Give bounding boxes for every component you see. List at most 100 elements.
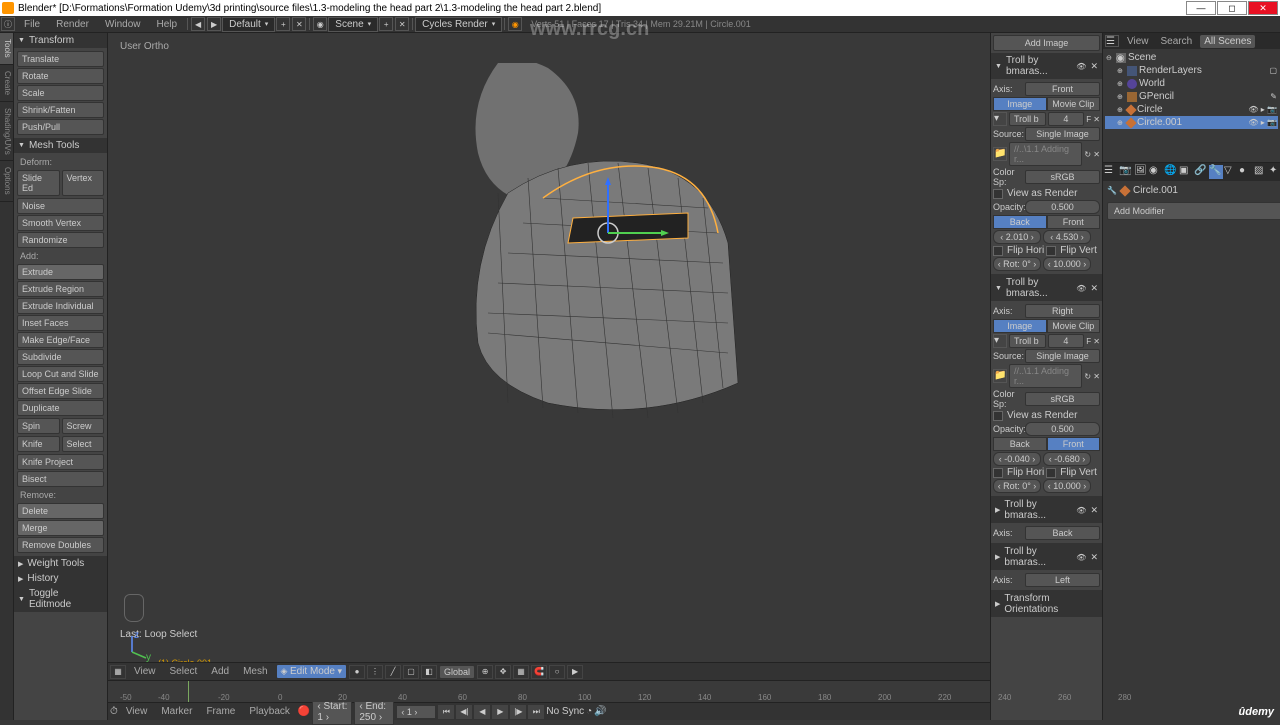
bgimage-0-header[interactable]: ▼Troll by bmaras...👁✕ bbox=[991, 53, 1102, 79]
prop-render-tab-icon[interactable]: 📷 bbox=[1119, 165, 1133, 179]
select-edge-icon[interactable]: ╱ bbox=[385, 665, 401, 679]
tab-image-1[interactable]: Image bbox=[993, 319, 1047, 333]
opengl-render-icon[interactable]: ▶ bbox=[567, 665, 583, 679]
snap-icon[interactable]: 🧲 bbox=[531, 665, 547, 679]
prop-particles-tab-icon[interactable]: ✦ bbox=[1269, 165, 1280, 179]
size-0-field[interactable]: ‹ 10.000 › bbox=[1043, 257, 1091, 271]
engine-dropdown[interactable]: Cycles Render▾ bbox=[415, 17, 502, 32]
mode-dropdown[interactable]: ◈ Edit Mode ▾ bbox=[276, 664, 347, 679]
menu-add[interactable]: Add bbox=[205, 666, 235, 677]
delete-button[interactable]: Delete bbox=[17, 503, 104, 519]
smooth-vertex-button[interactable]: Smooth Vertex bbox=[17, 215, 104, 231]
sync-dropdown[interactable]: No Sync bbox=[546, 706, 584, 717]
prop-texture-tab-icon[interactable]: ▨ bbox=[1254, 165, 1268, 179]
layout-dropdown[interactable]: Default▾ bbox=[222, 17, 275, 32]
flipv-0-check[interactable]: Flip Vert bbox=[1046, 245, 1097, 256]
minimize-button[interactable]: — bbox=[1186, 1, 1216, 15]
tab-movie-1[interactable]: Movie Clip bbox=[1047, 319, 1101, 333]
size-1-field[interactable]: ‹ 10.000 › bbox=[1043, 479, 1091, 493]
prop-layers-tab-icon[interactable]: 🖼 bbox=[1134, 165, 1148, 179]
outliner-view[interactable]: View bbox=[1123, 36, 1153, 47]
prop-object-tab-icon[interactable]: ▣ bbox=[1179, 165, 1193, 179]
extrude-button[interactable]: Extrude bbox=[17, 264, 104, 280]
timeline-icon-b[interactable]: 🔊 bbox=[594, 706, 606, 717]
knife-button[interactable]: Knife bbox=[17, 436, 60, 452]
panel-meshtools-header[interactable]: ▼Mesh Tools bbox=[14, 138, 107, 153]
timeline-cursor[interactable] bbox=[188, 681, 189, 702]
y-0-field[interactable]: ‹ 4.530 › bbox=[1043, 230, 1091, 244]
img-browse-1-icon[interactable]: ▾ bbox=[993, 334, 1007, 348]
axis-2-dropdown[interactable]: Back bbox=[1025, 526, 1100, 540]
outliner-tree[interactable]: ⊖◉Scene ⊕RenderLayers▢ ⊕World ⊕GPencil✎ … bbox=[1103, 49, 1280, 162]
bgimage-1-header[interactable]: ▼Troll by bmaras...👁✕ bbox=[991, 275, 1102, 301]
menu-select[interactable]: Select bbox=[164, 666, 204, 677]
file-0-field[interactable]: //..\1.1 Adding r... bbox=[1009, 142, 1082, 166]
back-icon[interactable]: ◀ bbox=[191, 17, 205, 31]
axis-1-dropdown[interactable]: Right bbox=[1025, 304, 1100, 318]
file-1-field[interactable]: //..\1.1 Adding r... bbox=[1009, 364, 1082, 388]
timeline-icon-a[interactable]: ◔ bbox=[586, 706, 592, 717]
bisect-button[interactable]: Bisect bbox=[17, 471, 104, 487]
flipv-1-check[interactable]: Flip Vert bbox=[1046, 467, 1097, 478]
subdivide-button[interactable]: Subdivide bbox=[17, 349, 104, 365]
randomize-button[interactable]: Randomize bbox=[17, 232, 104, 248]
timeline-frame[interactable]: Frame bbox=[200, 706, 241, 717]
add-layout-icon[interactable]: + bbox=[276, 17, 290, 31]
back-0-btn[interactable]: Back bbox=[993, 215, 1047, 229]
x-0-field[interactable]: ‹ 2.010 › bbox=[993, 230, 1041, 244]
push-pull-button[interactable]: Push/Pull bbox=[17, 119, 104, 135]
scene-dropdown[interactable]: Scene▾ bbox=[328, 17, 378, 32]
tab-options[interactable]: Options bbox=[0, 161, 13, 202]
slide-edge-button[interactable]: Slide Ed bbox=[17, 170, 60, 196]
panel-toggle-header[interactable]: ▼Toggle Editmode bbox=[14, 586, 107, 612]
menu-help[interactable]: Help bbox=[149, 19, 186, 30]
tab-tools[interactable]: Tools bbox=[0, 33, 13, 65]
extrude-region-button[interactable]: Extrude Region bbox=[17, 281, 104, 297]
colorsp-0-dropdown[interactable]: sRGB bbox=[1025, 170, 1100, 184]
editor-type-props-icon[interactable]: ☰ bbox=[1104, 165, 1118, 179]
prop-material-tab-icon[interactable]: ● bbox=[1239, 165, 1253, 179]
tree-world[interactable]: ⊕World bbox=[1105, 77, 1278, 90]
maximize-button[interactable]: ◻ bbox=[1217, 1, 1247, 15]
rot-0-field[interactable]: ‹ Rot: 0° › bbox=[993, 257, 1041, 271]
y-1-field[interactable]: ‹ -0.680 › bbox=[1043, 452, 1091, 466]
vertex-button[interactable]: Vertex bbox=[62, 170, 105, 196]
outliner-search[interactable]: Search bbox=[1157, 36, 1197, 47]
back-1-btn[interactable]: Back bbox=[993, 437, 1047, 451]
autokey-icon[interactable]: 🔴 bbox=[298, 706, 310, 717]
prop-constraints-tab-icon[interactable]: 🔗 bbox=[1194, 165, 1208, 179]
front-0-btn[interactable]: Front bbox=[1047, 215, 1101, 229]
pivot-icon[interactable]: ⊕ bbox=[477, 665, 493, 679]
panel-transform-header[interactable]: ▼Transform bbox=[14, 33, 107, 48]
forward-end-icon[interactable]: ⏭ bbox=[528, 705, 544, 719]
x-1-field[interactable]: ‹ -0.040 › bbox=[993, 452, 1041, 466]
tab-image-0[interactable]: Image bbox=[993, 97, 1047, 111]
layers-icon[interactable]: ▦ bbox=[513, 665, 529, 679]
tab-create[interactable]: Create bbox=[0, 65, 13, 102]
panel-weighttools-header[interactable]: ▶Weight Tools bbox=[14, 556, 107, 571]
rewind-start-icon[interactable]: ⏮ bbox=[438, 705, 454, 719]
offset-edge-button[interactable]: Offset Edge Slide bbox=[17, 383, 104, 399]
current-frame-field[interactable]: ‹ 1 › bbox=[396, 705, 436, 719]
add-modifier-button[interactable]: Add Modifier bbox=[1107, 202, 1280, 220]
timeline-view[interactable]: View bbox=[120, 706, 154, 717]
timeline-track[interactable]: -50 -40 -20 0 20 40 60 80 100 120 140 16… bbox=[108, 681, 990, 702]
prop-modifiers-tab-icon[interactable]: 🔧 bbox=[1209, 165, 1223, 179]
tree-circle[interactable]: ⊕Circle👁 ▸ 📷 bbox=[1105, 103, 1278, 116]
tree-gpencil[interactable]: ⊕GPencil✎ bbox=[1105, 90, 1278, 103]
del-scene-icon[interactable]: ✕ bbox=[395, 17, 409, 31]
duplicate-button[interactable]: Duplicate bbox=[17, 400, 104, 416]
tab-movie-0[interactable]: Movie Clip bbox=[1047, 97, 1101, 111]
knife-project-button[interactable]: Knife Project bbox=[17, 454, 104, 470]
menu-mesh[interactable]: Mesh bbox=[237, 666, 273, 677]
timeline-marker[interactable]: Marker bbox=[155, 706, 198, 717]
select-button[interactable]: Select bbox=[62, 436, 105, 452]
prop-data-tab-icon[interactable]: ▽ bbox=[1224, 165, 1238, 179]
translate-button[interactable]: Translate bbox=[17, 51, 104, 67]
screw-button[interactable]: Screw bbox=[62, 418, 105, 434]
editor-type-timeline-icon[interactable]: ⏱ bbox=[110, 706, 118, 717]
close-button[interactable]: ✕ bbox=[1248, 1, 1278, 15]
limit-sel-icon[interactable]: ◧ bbox=[421, 665, 437, 679]
add-image-button[interactable]: Add Image bbox=[993, 35, 1100, 51]
rotate-button[interactable]: Rotate bbox=[17, 68, 104, 84]
